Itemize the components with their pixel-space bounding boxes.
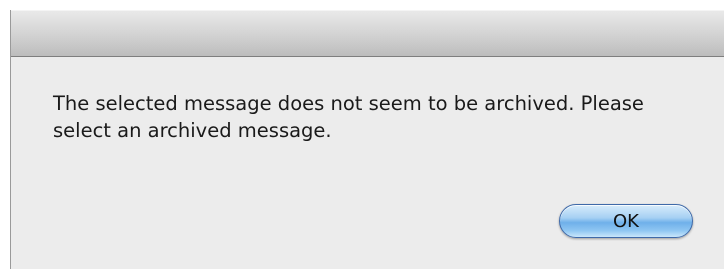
screen: The selected message does not seem to be… [0, 0, 724, 269]
dialog-titlebar[interactable] [11, 10, 724, 57]
dialog-body: The selected message does not seem to be… [11, 57, 724, 269]
alert-dialog: The selected message does not seem to be… [10, 10, 724, 269]
ok-button[interactable]: OK [559, 204, 693, 238]
ok-button-label: OK [613, 210, 639, 232]
dialog-message: The selected message does not seem to be… [53, 92, 644, 142]
